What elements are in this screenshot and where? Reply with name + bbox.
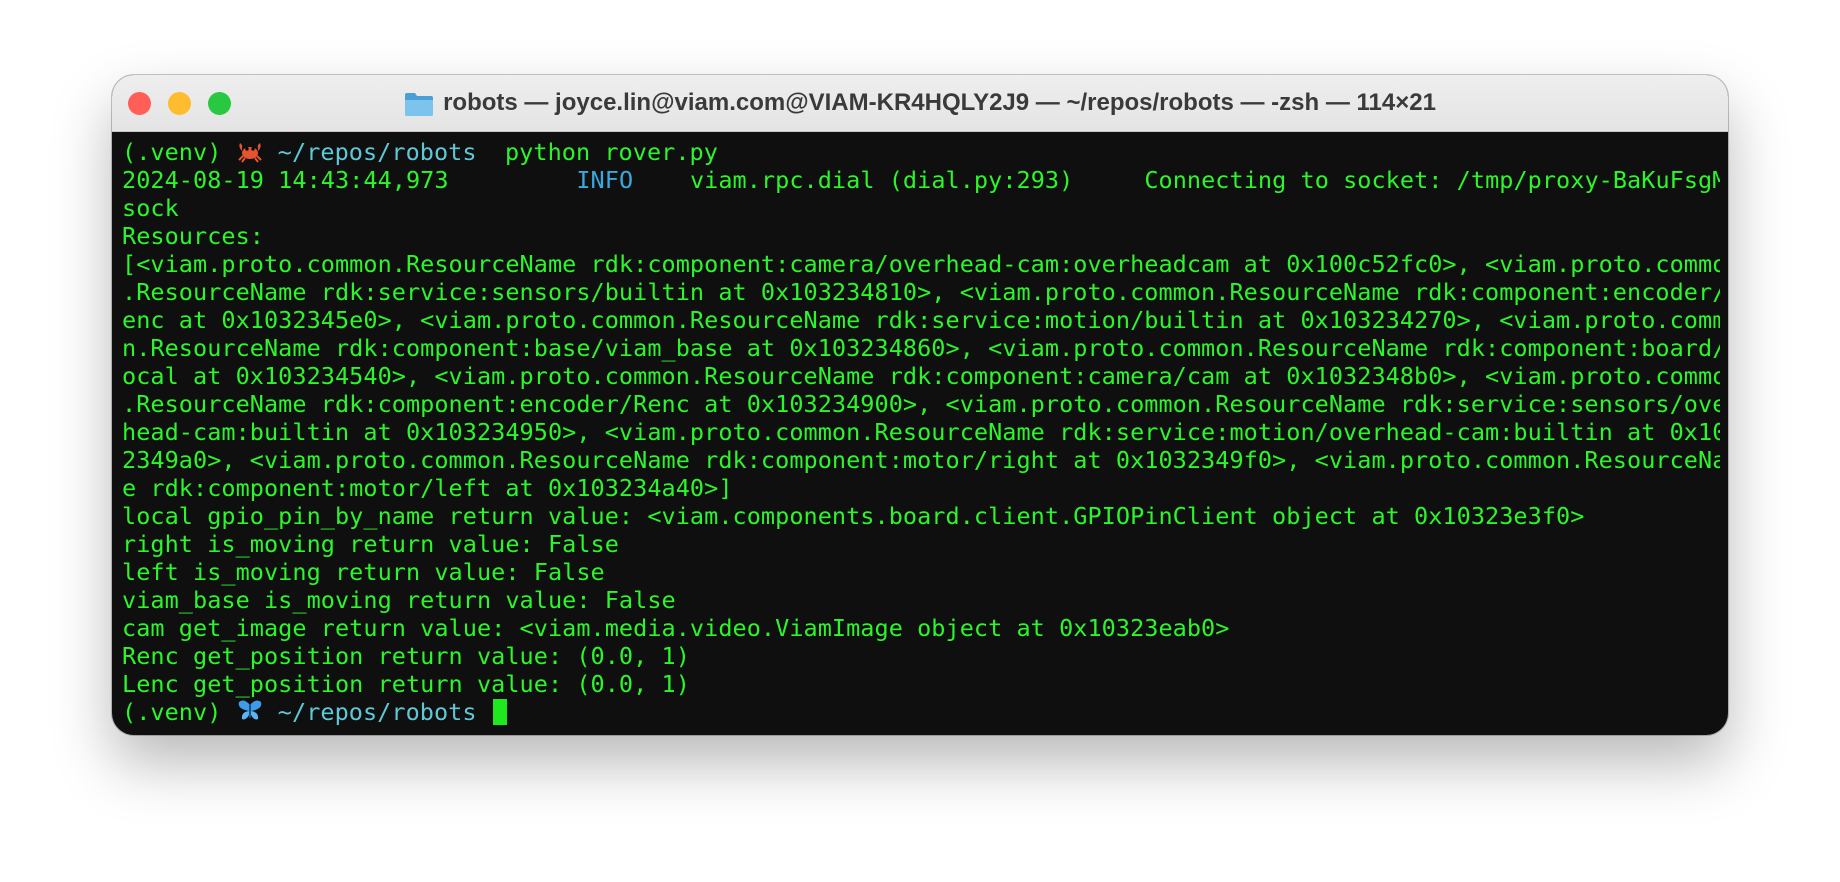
output-line: viam_base is_moving return value: False xyxy=(122,586,676,614)
butterfly-icon xyxy=(236,699,264,723)
prompt-path: ~/repos/robots xyxy=(263,138,477,166)
venv-label: (.venv) xyxy=(122,698,236,726)
output-line: Lenc get_position return value: (0.0, 1) xyxy=(122,670,690,698)
prompt-path: ~/repos/robots xyxy=(263,698,477,726)
terminal-window: robots — joyce.lin@viam.com@VIAM-KR4HQLY… xyxy=(112,75,1728,735)
log-message: Connecting to socket: /tmp/proxy-BaKuFsg… xyxy=(1144,166,1720,194)
output-line: .ResourceName rdk:component:encoder/Renc… xyxy=(122,390,1720,418)
output-line: e rdk:component:motor/left at 0x103234a4… xyxy=(122,474,733,502)
log-line: 2024-08-19 14:43:44,973 INFO viam.rpc.di… xyxy=(122,166,1720,194)
output-line: n.ResourceName rdk:component:base/viam_b… xyxy=(122,334,1720,362)
log-spacer xyxy=(633,166,690,194)
output-line: 2349a0>, <viam.proto.common.ResourceName… xyxy=(122,446,1720,474)
log-timestamp: 2024-08-19 14:43:44,973 xyxy=(122,166,449,194)
window-title-container: robots — joyce.lin@viam.com@VIAM-KR4HQLY… xyxy=(112,75,1728,131)
output-line: ocal at 0x103234540>, <viam.proto.common… xyxy=(122,362,1720,390)
output-line: local gpio_pin_by_name return value: <vi… xyxy=(122,502,1585,530)
output-line: sock xyxy=(122,194,179,222)
output-line: Renc get_position return value: (0.0, 1) xyxy=(122,642,690,670)
venv-label: (.venv) xyxy=(122,138,236,166)
crab-icon xyxy=(236,139,264,163)
output-line: enc at 0x1032345e0>, <viam.proto.common.… xyxy=(122,306,1720,334)
folder-icon xyxy=(404,91,434,117)
output-line: head-cam:builtin at 0x103234950>, <viam.… xyxy=(122,418,1720,446)
command-text: python rover.py xyxy=(476,138,718,166)
output-line: Resources: xyxy=(122,222,264,250)
log-spacer xyxy=(1073,166,1144,194)
prompt-line: (.venv) ~/repos/robots xyxy=(122,698,1720,726)
output-line: [<viam.proto.common.ResourceName rdk:com… xyxy=(122,250,1720,278)
log-level: INFO xyxy=(576,166,634,194)
output-line: cam get_image return value: <viam.media.… xyxy=(122,614,1230,642)
title-bar[interactable]: robots — joyce.lin@viam.com@VIAM-KR4HQLY… xyxy=(112,75,1728,132)
text-cursor xyxy=(492,699,507,725)
window-title: robots — joyce.lin@viam.com@VIAM-KR4HQLY… xyxy=(443,89,1436,116)
output-line: left is_moving return value: False xyxy=(122,558,605,586)
terminal-output[interactable]: (.venv) ~/repos/robots python rover.py 2… xyxy=(122,138,1720,726)
prompt-line: (.venv) ~/repos/robots python rover.py xyxy=(122,138,1720,166)
output-line: .ResourceName rdk:service:sensors/builti… xyxy=(122,278,1720,306)
log-spacer xyxy=(449,166,577,194)
output-line: right is_moving return value: False xyxy=(122,530,619,558)
log-logger: viam.rpc.dial (dial.py:293) xyxy=(689,166,1074,194)
